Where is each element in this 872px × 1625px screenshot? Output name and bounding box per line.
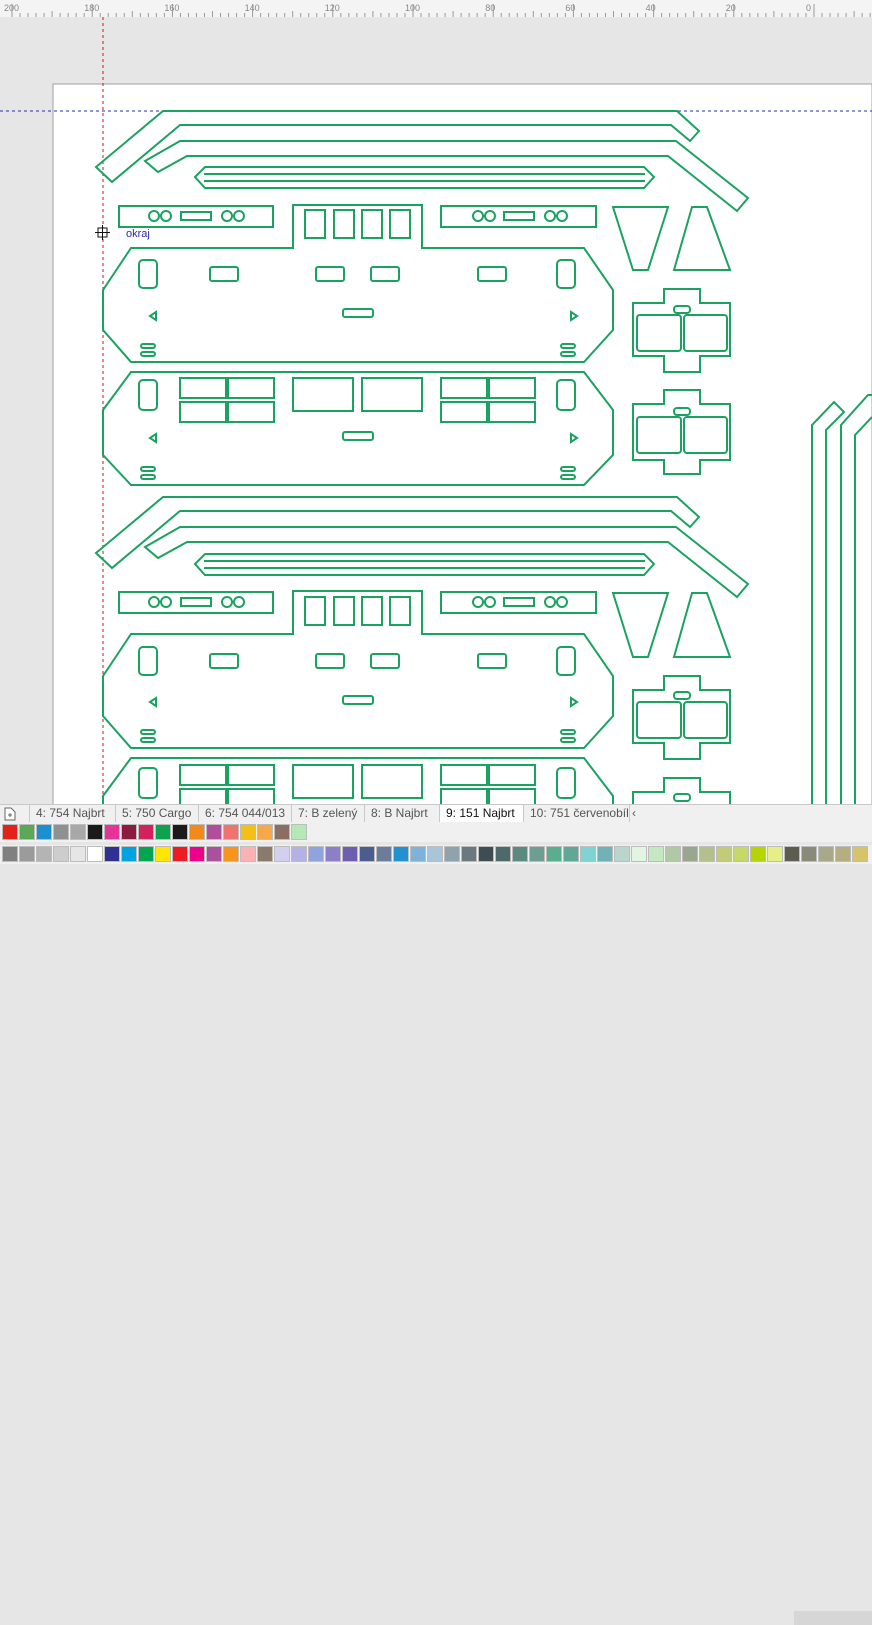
color-swatch[interactable] [36,824,52,840]
page-icon[interactable] [0,805,30,822]
drawing-svg[interactable]: okraj [0,17,872,804]
color-palette-docker [0,823,872,842]
color-swatch[interactable] [53,846,69,862]
color-swatch[interactable] [206,824,222,840]
color-swatch[interactable] [767,846,783,862]
color-swatch[interactable] [376,846,392,862]
color-swatch[interactable] [172,824,188,840]
drawing-canvas[interactable]: okraj [0,17,872,804]
color-swatch[interactable] [36,846,52,862]
color-swatch[interactable] [87,846,103,862]
ruler-label: 20 [726,3,736,13]
color-swatch[interactable] [155,824,171,840]
color-swatch[interactable] [478,846,494,862]
color-swatch[interactable] [257,846,273,862]
color-swatch[interactable] [580,846,596,862]
color-swatch[interactable] [2,824,18,840]
color-swatch[interactable] [223,824,239,840]
color-swatch[interactable] [461,846,477,862]
color-swatch[interactable] [70,846,86,862]
page-tab[interactable]: 5: 750 Cargo [116,805,199,822]
color-swatch[interactable] [189,824,205,840]
ruler-ticks: 200180160140120100806040200 [4,3,871,17]
color-swatch[interactable] [291,824,307,840]
color-swatch[interactable] [648,846,664,862]
color-swatch[interactable] [155,846,171,862]
color-swatch[interactable] [546,846,562,862]
color-swatch[interactable] [427,846,443,862]
page-tabs: 4: 754 Najbrt 5: 750 Cargo 6: 754 044/013 7… [0,804,872,1625]
color-swatch[interactable] [801,846,817,862]
color-swatch[interactable] [223,846,239,862]
horizontal-ruler[interactable]: 200180160140120100806040200 [0,0,872,18]
color-swatch[interactable] [104,824,120,840]
page [52,83,872,804]
color-swatch[interactable] [359,846,375,862]
color-swatch[interactable] [87,824,103,840]
color-swatch[interactable] [750,846,766,862]
color-swatch[interactable] [274,824,290,840]
color-swatch[interactable] [257,824,273,840]
color-swatch[interactable] [308,846,324,862]
chevron-left-icon[interactable]: ‹ [630,805,644,822]
color-swatch[interactable] [818,846,834,862]
color-swatch[interactable] [121,846,137,862]
page-tab[interactable]: 6: 754 044/013 [199,805,292,822]
color-swatch[interactable] [2,846,18,862]
color-swatch[interactable] [240,824,256,840]
page-tab[interactable]: 7: B zelený [292,805,365,822]
color-swatch[interactable] [733,846,749,862]
color-swatch[interactable] [444,846,460,862]
color-swatch[interactable] [699,846,715,862]
page-tab[interactable]: 9: 151 Najbrt [440,805,524,822]
color-swatch[interactable] [410,846,426,862]
color-swatch[interactable] [53,824,69,840]
page-tab[interactable]: 10: 751 červenobílá [524,805,630,822]
color-swatch[interactable] [138,846,154,862]
color-swatch[interactable] [393,846,409,862]
color-swatch[interactable] [784,846,800,862]
color-swatch[interactable] [206,846,222,862]
page-tab[interactable]: 8: B Najbrt [365,805,440,822]
ruler-label: 80 [485,3,495,13]
color-swatch[interactable] [529,846,545,862]
color-swatch[interactable] [614,846,630,862]
color-swatch[interactable] [138,824,154,840]
color-swatch[interactable] [274,846,290,862]
page-tab[interactable]: 4: 754 Najbrt [30,805,116,822]
color-swatch[interactable] [495,846,511,862]
color-swatch[interactable] [121,824,137,840]
horizontal-scrollbar[interactable] [794,1611,872,1625]
ruler-label: 0 [806,3,811,13]
page-icon [4,807,16,821]
object-label: okraj [126,228,150,240]
color-palette-default [0,845,872,864]
color-swatch[interactable] [325,846,341,862]
color-swatch[interactable] [852,846,868,862]
color-swatch[interactable] [19,846,35,862]
color-swatch[interactable] [70,824,86,840]
color-swatch[interactable] [563,846,579,862]
color-swatch[interactable] [19,824,35,840]
color-swatch[interactable] [665,846,681,862]
color-swatch[interactable] [291,846,307,862]
color-swatch[interactable] [172,846,188,862]
color-swatch[interactable] [104,846,120,862]
color-swatch[interactable] [240,846,256,862]
color-swatch[interactable] [682,846,698,862]
color-swatch[interactable] [512,846,528,862]
color-swatch[interactable] [342,846,358,862]
color-swatch[interactable] [189,846,205,862]
color-swatch[interactable] [716,846,732,862]
ruler-label: 40 [646,3,656,13]
color-swatch[interactable] [835,846,851,862]
color-swatch[interactable] [631,846,647,862]
ruler-label: 60 [565,3,575,13]
color-swatch[interactable] [597,846,613,862]
